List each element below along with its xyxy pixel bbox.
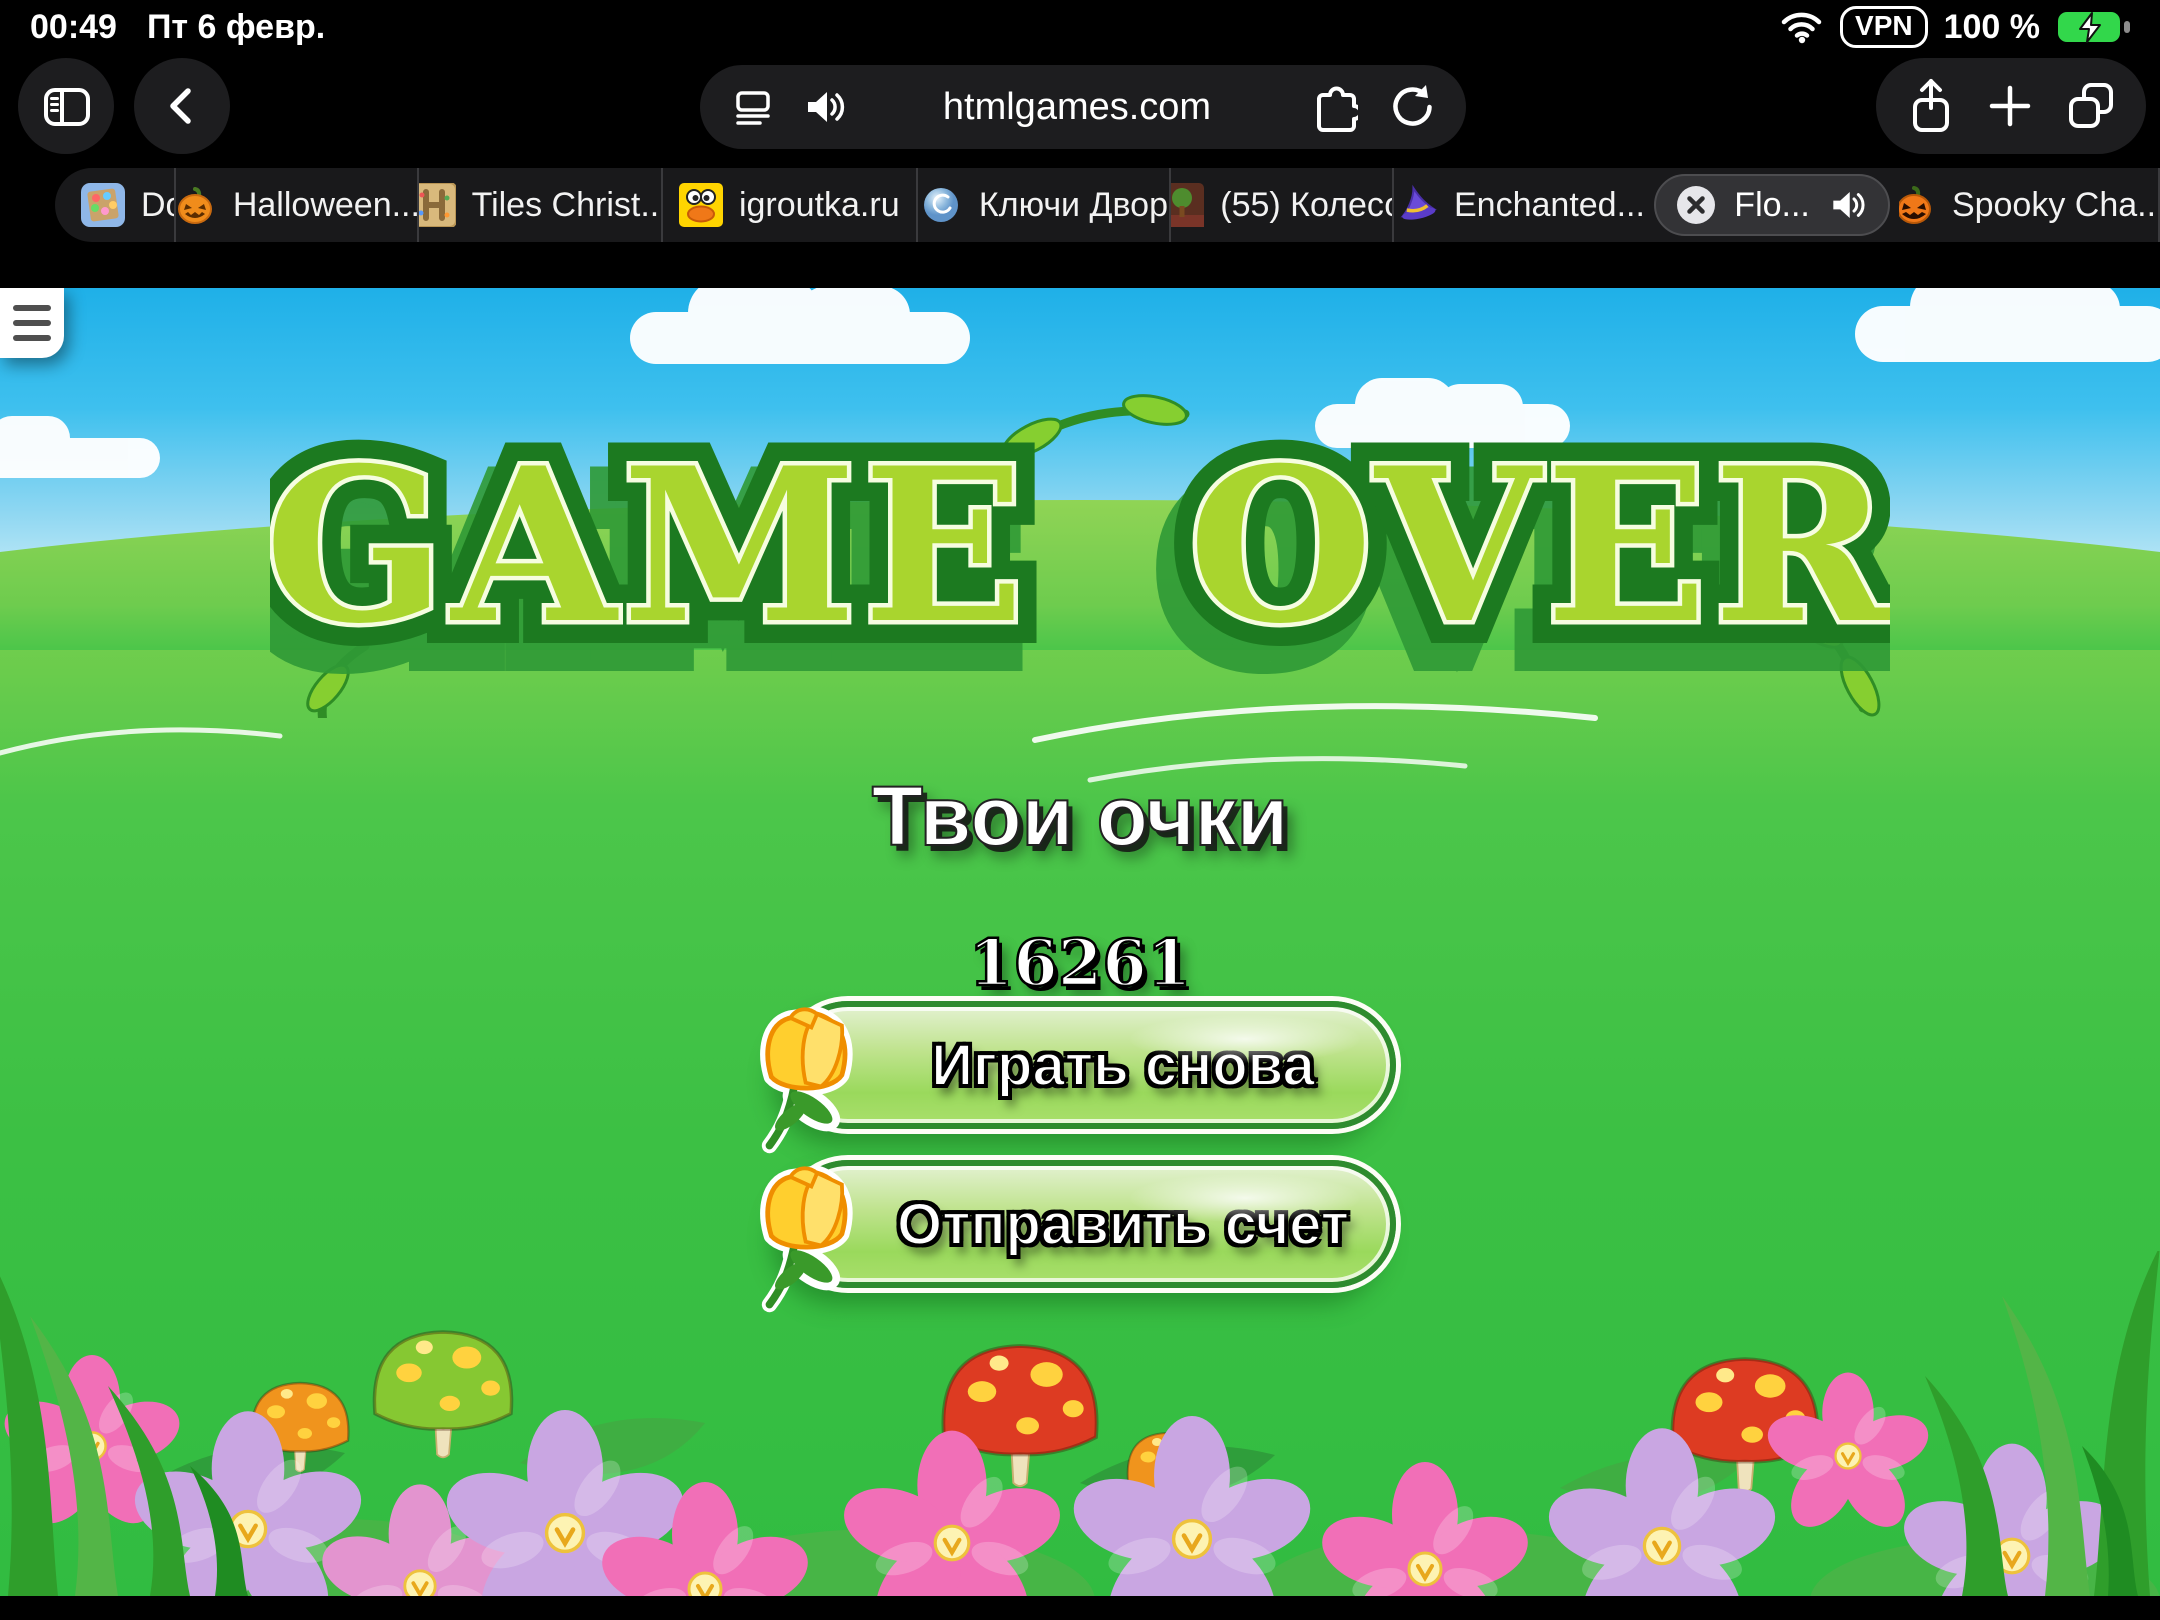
favicon-letter-tile-icon [419,183,456,227]
bottom-letterbox [0,1596,2160,1620]
share-icon [1912,79,1949,132]
score-value: 16261 [967,925,1192,1003]
toolbar-right-group [1876,58,2146,154]
favicon-pumpkin-icon [177,187,212,224]
tab-label: Enchanted... [1454,185,1645,224]
tab-label: (55) Колесо [1220,185,1395,224]
game-over-title: GAME OVER GAME OVER GAME OVER [270,394,1890,718]
safari-toolbar: htmlgames.com [0,48,2160,168]
tab-label: Spooky Cha... [1951,185,2160,224]
tulip-icon [760,1006,853,1154]
plus-icon [1989,85,2031,127]
url-text: htmlgames.com [942,85,1212,128]
sidebar-icon [44,88,90,126]
tab-label: Tiles Christ... [471,185,663,224]
favicon-wizard-hat-icon [1400,184,1437,220]
tab-label: Flo... [1734,185,1810,224]
cloud [630,288,970,364]
play-again-label: Играть снова [930,1032,1316,1099]
vpn-badge: VPN [1840,6,1928,48]
favicon-jack-o-lantern-icon [1899,186,1931,224]
chevron-left-icon [170,88,191,124]
score-label: Твои очки [871,768,1290,864]
tab-flo-active[interactable]: Flo... [1653,174,1891,236]
cloud [1855,288,2160,362]
tab-enchanted[interactable]: Enchanted... [1394,168,1645,242]
cloud [0,416,160,478]
wifi-icon [1781,12,1822,44]
tab-kluchi-dvor[interactable]: Ключи Двор [918,168,1172,242]
tab-label: Halloween... [232,185,420,224]
new-tab-button[interactable] [1985,81,2035,131]
submit-score-label: Отправить счет [896,1191,1350,1258]
battery-charging-icon [2058,12,2130,43]
tab-sound-icon[interactable] [802,85,848,129]
extensions-puzzle-icon[interactable] [1306,81,1358,133]
game-area: GAME OVER GAME OVER GAME OVER Твои очки … [0,288,2160,1596]
favicon-blue-sphere-icon [923,188,958,222]
favicon-tree-icon [1171,183,1205,227]
tab-igroutka[interactable]: igroutka.ru [663,168,918,242]
tab-label: Ключи Двор [978,185,1168,224]
status-date: Пт 6 февр. [146,7,326,46]
tab-strip: Donut Halloween... Tiles Christ... [55,168,2160,242]
tabs-icon [2068,83,2113,128]
hamburger-icon [13,305,51,311]
close-tab-icon[interactable] [1676,185,1716,225]
reload-icon[interactable] [1386,82,1436,132]
tab-koleso[interactable]: (55) Колесо [1171,168,1395,242]
tab-tiles-christmas[interactable]: Tiles Christ... [419,168,663,242]
status-bar: 00:49 Пт 6 февр. VPN 100 % [0,0,2160,48]
tab-label: igroutka.ru [738,185,900,224]
tab-label: Donut [141,185,174,224]
tab-spooky[interactable]: Spooky Cha... [1899,168,2160,242]
favicon-duck-icon [678,183,723,227]
tab-donut[interactable]: Donut [55,168,176,242]
battery-percent: 100 % [1943,7,2040,46]
address-bar[interactable]: htmlgames.com [700,65,1466,149]
sidebar-toggle-button[interactable] [18,58,114,154]
play-again-button[interactable]: Играть снова [760,1001,1396,1154]
back-button[interactable] [134,58,230,154]
svg-text:GAME OVER: GAME OVER [270,421,1890,670]
share-button[interactable] [1903,76,1959,136]
tab-halloween[interactable]: Halloween... [176,168,420,242]
status-time: 00:49 [30,7,117,46]
tabs-overview-button[interactable] [2062,77,2120,135]
favicon-donut-icon [81,183,125,227]
garden-decoration [0,1251,2160,1596]
game-menu-button[interactable] [0,288,64,358]
tab-audio-icon[interactable] [1828,186,1868,224]
ipad-screen: 00:49 Пт 6 февр. VPN 100 % htmlgames.com… [0,0,2160,1620]
page-menu-icon[interactable] [730,84,776,130]
